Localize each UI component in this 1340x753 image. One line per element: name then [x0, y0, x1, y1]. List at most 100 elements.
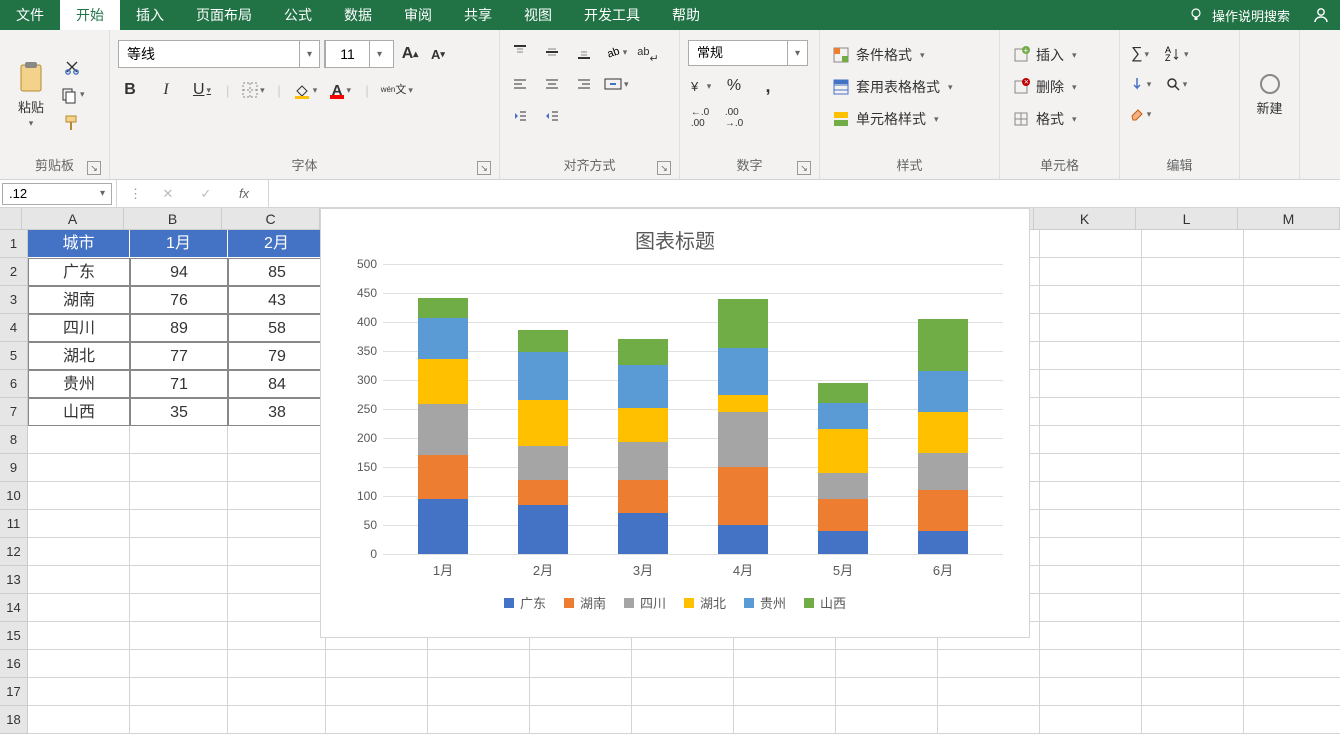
align-right-button[interactable] — [572, 72, 596, 96]
cell[interactable] — [326, 650, 428, 678]
cell[interactable] — [836, 678, 938, 706]
bar-segment[interactable] — [918, 371, 968, 412]
cell[interactable] — [130, 650, 228, 678]
cell[interactable] — [1040, 678, 1142, 706]
cell[interactable] — [28, 454, 130, 482]
bar-segment[interactable] — [918, 490, 968, 531]
cell[interactable] — [1244, 286, 1340, 314]
cell[interactable] — [1142, 706, 1244, 734]
column-header[interactable]: A — [22, 208, 124, 229]
cell[interactable] — [130, 482, 228, 510]
insert-cells-button[interactable]: +插入 — [1008, 42, 1111, 68]
confirm-formula-button[interactable]: ✓ — [194, 182, 218, 206]
row-header[interactable]: 3 — [0, 286, 28, 314]
menu-tab-帮助[interactable]: 帮助 — [656, 0, 716, 30]
comma-button[interactable]: , — [756, 74, 780, 98]
cell[interactable] — [530, 706, 632, 734]
cell[interactable] — [28, 706, 130, 734]
phonetic-guide-button[interactable]: wén文 — [381, 78, 413, 102]
cell[interactable] — [1040, 426, 1142, 454]
bar-group[interactable] — [918, 319, 968, 554]
chevron-down-icon[interactable]: ▾ — [299, 41, 319, 67]
clipboard-dialog-launcher[interactable]: ↘ — [87, 161, 101, 175]
select-all-corner[interactable] — [0, 208, 22, 229]
increase-indent-button[interactable] — [540, 104, 564, 128]
cell[interactable] — [130, 454, 228, 482]
bar-segment[interactable] — [918, 531, 968, 554]
clear-button[interactable] — [1128, 102, 1152, 126]
insert-function-button[interactable]: fx — [232, 182, 256, 206]
cell[interactable]: 76 — [130, 286, 228, 314]
cell[interactable]: 城市 — [28, 230, 130, 258]
bar-segment[interactable] — [518, 400, 568, 446]
cell[interactable]: 94 — [130, 258, 228, 286]
bar-segment[interactable] — [818, 383, 868, 403]
bar-group[interactable] — [818, 383, 868, 554]
bar-segment[interactable] — [618, 339, 668, 365]
legend-item[interactable]: 贵州 — [744, 593, 786, 612]
cell[interactable] — [228, 566, 326, 594]
font-color-button[interactable]: A — [329, 78, 353, 102]
bar-segment[interactable] — [618, 442, 668, 480]
column-header[interactable]: L — [1136, 208, 1238, 229]
wrap-text-button[interactable]: ab↵ — [636, 40, 660, 64]
cell[interactable] — [1244, 482, 1340, 510]
cell[interactable]: 湖北 — [28, 342, 130, 370]
cell[interactable]: 85 — [228, 258, 326, 286]
cell[interactable]: 43 — [228, 286, 326, 314]
chevron-down-icon[interactable]: ▾ — [369, 41, 389, 67]
row-header[interactable]: 12 — [0, 538, 28, 566]
cell[interactable]: 1月 — [130, 230, 228, 258]
cell[interactable] — [1142, 678, 1244, 706]
decrease-decimal-button[interactable]: .00→.0 — [722, 106, 746, 130]
column-header[interactable]: B — [124, 208, 222, 229]
percent-button[interactable]: % — [722, 74, 746, 98]
bar-segment[interactable] — [718, 348, 768, 394]
cell[interactable] — [632, 678, 734, 706]
cell[interactable] — [130, 510, 228, 538]
delete-cells-button[interactable]: ×删除 — [1008, 74, 1111, 100]
cell[interactable]: 58 — [228, 314, 326, 342]
format-as-table-button[interactable]: 套用表格格式 — [828, 74, 991, 100]
cell[interactable] — [130, 678, 228, 706]
cell[interactable] — [1142, 342, 1244, 370]
row-header[interactable]: 13 — [0, 566, 28, 594]
fill-button[interactable] — [1128, 72, 1152, 96]
bar-segment[interactable] — [618, 408, 668, 442]
bar-segment[interactable] — [418, 455, 468, 499]
bar-segment[interactable] — [818, 531, 868, 554]
cell[interactable]: 山西 — [28, 398, 130, 426]
format-cells-button[interactable]: 格式 — [1008, 106, 1111, 132]
cell[interactable] — [326, 678, 428, 706]
cell[interactable] — [1040, 650, 1142, 678]
cell[interactable] — [228, 594, 326, 622]
bar-segment[interactable] — [918, 453, 968, 491]
cell[interactable] — [28, 678, 130, 706]
bar-segment[interactable] — [718, 395, 768, 412]
cell[interactable]: 89 — [130, 314, 228, 342]
cell[interactable] — [1040, 286, 1142, 314]
cell[interactable] — [130, 594, 228, 622]
align-center-button[interactable] — [540, 72, 564, 96]
bar-group[interactable] — [718, 299, 768, 554]
cell[interactable] — [836, 706, 938, 734]
cell[interactable] — [938, 706, 1040, 734]
cell[interactable]: 71 — [130, 370, 228, 398]
cell[interactable] — [1142, 258, 1244, 286]
cell[interactable] — [228, 650, 326, 678]
autosum-button[interactable]: ∑ — [1128, 42, 1152, 66]
bar-segment[interactable] — [518, 505, 568, 554]
bar-segment[interactable] — [518, 446, 568, 480]
cell[interactable] — [1244, 398, 1340, 426]
menu-tab-插入[interactable]: 插入 — [120, 0, 180, 30]
row-header[interactable]: 18 — [0, 706, 28, 734]
cell[interactable] — [1244, 622, 1340, 650]
align-left-button[interactable] — [508, 72, 532, 96]
cell[interactable] — [1244, 230, 1340, 258]
cell[interactable]: 广东 — [28, 258, 130, 286]
underline-button[interactable]: U — [190, 78, 214, 102]
row-header[interactable]: 6 — [0, 370, 28, 398]
cell[interactable]: 四川 — [28, 314, 130, 342]
cell[interactable] — [428, 678, 530, 706]
bar-segment[interactable] — [418, 298, 468, 318]
